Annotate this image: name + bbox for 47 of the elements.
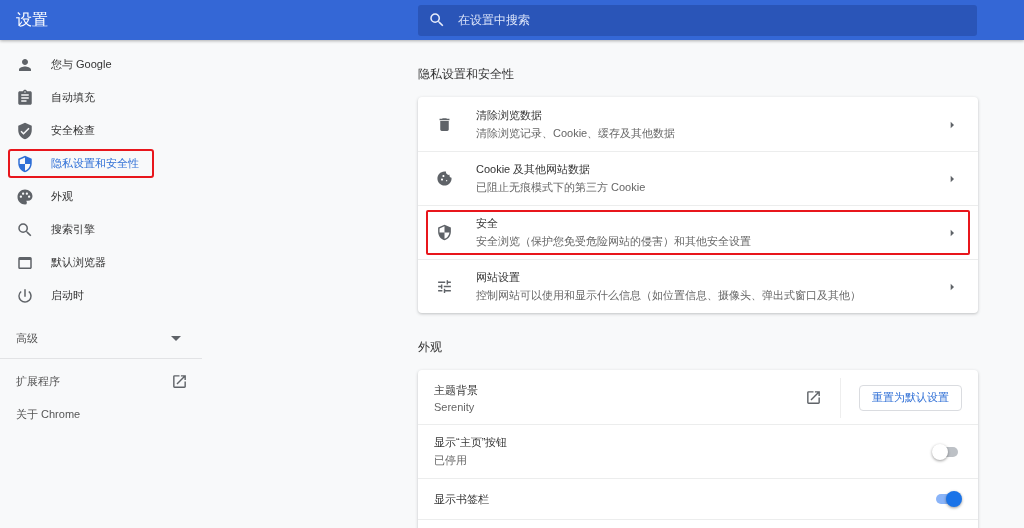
- settings-row[interactable]: Cookie 及其他网站数据 已阻止无痕模式下的第三方 Cookie: [426, 156, 970, 201]
- caret-icon: [171, 335, 181, 341]
- power-icon: [16, 286, 34, 305]
- page-title: 设置: [15, 9, 49, 30]
- search-field[interactable]: 在设置中搜索: [418, 4, 977, 36]
- sliders-icon: [436, 278, 453, 295]
- sidebar-item[interactable]: 外观: [8, 182, 154, 211]
- search-icon: [16, 220, 34, 239]
- row-title: 网站设置: [476, 270, 521, 285]
- row-subtitle: 清除浏览记录、Cookie、缓存及其他数据: [476, 126, 677, 141]
- row-subtitle: 已停用: [434, 453, 468, 468]
- section-title: 隐私设置和安全性: [418, 66, 515, 83]
- search-input[interactable]: 在设置中搜索: [456, 12, 977, 28]
- row-title: Cookie 及其他网站数据: [476, 162, 592, 177]
- row-title: 主题背景: [434, 382, 479, 398]
- row-subtitle: 控制网站可以使用和显示什么信息（如位置信息、摄像头、弹出式窗口及其他）: [476, 288, 862, 303]
- clipboard-icon: [16, 88, 34, 107]
- shield-check-icon: [16, 121, 34, 140]
- row-title: 清除浏览数据: [476, 108, 543, 123]
- about-link[interactable]: 关于 Chrome: [0, 398, 202, 431]
- external-link-icon[interactable]: [805, 389, 822, 406]
- section-title: 外观: [418, 339, 443, 356]
- settings-row[interactable]: 清除浏览数据 清除浏览记录、Cookie、缓存及其他数据: [426, 102, 970, 147]
- row-title: 显示“主页”按钮: [434, 435, 509, 450]
- search-icon: [428, 11, 446, 29]
- row-subtitle: 已阻止无痕模式下的第三方 Cookie: [476, 180, 647, 195]
- shield-icon: [16, 154, 34, 173]
- palette-icon: [16, 187, 34, 206]
- sidebar-item[interactable]: 安全检查: [8, 116, 154, 145]
- row-title: 显示书签栏: [434, 491, 490, 507]
- extensions-link[interactable]: 扩展程序: [0, 365, 202, 398]
- sidebar-item[interactable]: 启动时: [8, 281, 154, 310]
- settings-row[interactable]: 网站设置 控制网站可以使用和显示什么信息（如位置信息、摄像头、弹出式窗口及其他）: [426, 264, 970, 309]
- reset-button[interactable]: 重置为默认设置: [859, 384, 962, 411]
- row-title: 安全: [476, 216, 499, 231]
- sidebar-item[interactable]: 自动填充: [8, 83, 154, 112]
- shield-icon: [436, 224, 453, 241]
- settings-row[interactable]: 安全 安全浏览（保护您免受危险网站的侵害）和其他安全设置: [426, 210, 970, 255]
- sidebar-item[interactable]: 隐私设置和安全性: [8, 149, 154, 178]
- sidebar-item[interactable]: 搜索引擎: [8, 215, 154, 244]
- sidebar-item[interactable]: 您与 Google: [8, 50, 154, 79]
- sidebar-item[interactable]: 默认浏览器: [8, 248, 154, 277]
- cookie-icon: [436, 170, 453, 187]
- row-subtitle: 安全浏览（保护您免受危险网站的侵害）和其他安全设置: [476, 234, 752, 249]
- external-link-icon: [171, 373, 188, 390]
- row-subtitle: Serenity: [434, 400, 476, 413]
- advanced-section[interactable]: 高级: [0, 318, 202, 359]
